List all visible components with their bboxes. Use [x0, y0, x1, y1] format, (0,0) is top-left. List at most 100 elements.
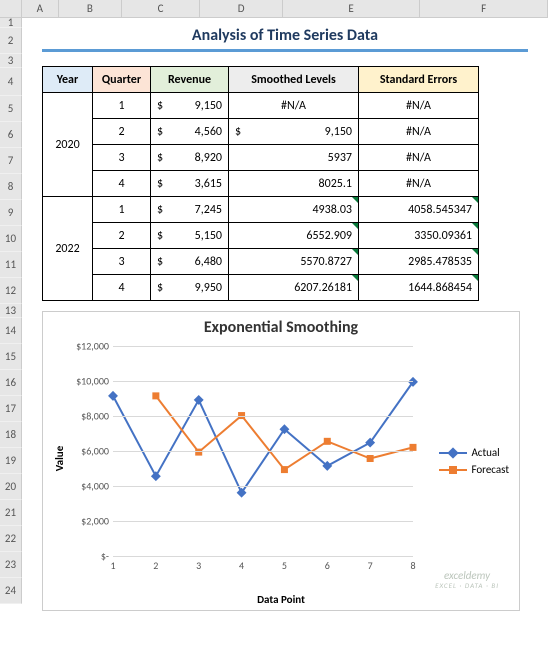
- col-header-E[interactable]: E: [283, 0, 420, 17]
- row-header-15[interactable]: 15: [0, 344, 22, 370]
- marker-forecast: [152, 392, 159, 399]
- row-header-16[interactable]: 16: [0, 370, 22, 396]
- header-quarter[interactable]: Quarter: [93, 67, 151, 93]
- table-row[interactable]: 2$5,1506552.9093350.09361: [43, 223, 479, 249]
- gridline: [113, 521, 413, 522]
- select-all-corner[interactable]: [0, 0, 22, 17]
- header-year[interactable]: Year: [43, 67, 93, 93]
- cell-smoothed[interactable]: 6552.909: [229, 223, 359, 249]
- cell-revenue[interactable]: $9,950: [151, 275, 229, 301]
- row-header-14[interactable]: 14: [0, 318, 22, 344]
- cell-quarter[interactable]: 4: [93, 171, 151, 197]
- cell-smoothed[interactable]: #N/A: [229, 93, 359, 119]
- legend-item-forecast[interactable]: Forecast: [439, 463, 509, 476]
- marker-forecast: [410, 444, 417, 451]
- gridline: [113, 556, 413, 557]
- data-table[interactable]: Year Quarter Revenue Smoothed Levels Sta…: [42, 66, 479, 301]
- cell-error[interactable]: 1644.868454: [359, 275, 479, 301]
- cell-quarter[interactable]: 2: [93, 119, 151, 145]
- table-row[interactable]: 4$3,6158025.1#N/A: [43, 171, 479, 197]
- cell-quarter[interactable]: 2: [93, 223, 151, 249]
- row-header-12[interactable]: 12: [0, 278, 22, 304]
- cell-quarter[interactable]: 3: [93, 249, 151, 275]
- y-tick-label: $12,000: [61, 340, 109, 353]
- y-tick-label: $4,000: [61, 480, 109, 493]
- table-row[interactable]: 20201$9,150#N/A#N/A: [43, 93, 479, 119]
- cell-quarter[interactable]: 3: [93, 145, 151, 171]
- row-header-20[interactable]: 20: [0, 474, 22, 500]
- row-header-11[interactable]: 11: [0, 252, 22, 278]
- row-header-8[interactable]: 8: [0, 174, 22, 200]
- cell-error[interactable]: 4058.545347: [359, 197, 479, 223]
- cell-revenue[interactable]: $6,480: [151, 249, 229, 275]
- row-header-10[interactable]: 10: [0, 226, 22, 252]
- marker-actual: [108, 391, 118, 401]
- cell-error[interactable]: 2985.478535: [359, 249, 479, 275]
- chart-container[interactable]: Exponential Smoothing Value Data Point $…: [42, 311, 520, 611]
- row-header-19[interactable]: 19: [0, 448, 22, 474]
- row-header-9[interactable]: 9: [0, 200, 22, 226]
- table-row[interactable]: 20221$7,2454938.034058.545347: [43, 197, 479, 223]
- y-tick-label: $-: [61, 550, 109, 563]
- row-header-18[interactable]: 18: [0, 422, 22, 448]
- y-tick-label: $8,000: [61, 410, 109, 423]
- cell-smoothed[interactable]: $9,150: [229, 119, 359, 145]
- cell-error[interactable]: 3350.09361: [359, 223, 479, 249]
- marker-forecast: [367, 455, 374, 462]
- col-header-F[interactable]: F: [420, 0, 548, 17]
- cell-quarter[interactable]: 4: [93, 275, 151, 301]
- table-row[interactable]: 3$8,9205937#N/A: [43, 145, 479, 171]
- col-header-A[interactable]: A: [22, 0, 59, 17]
- row-header-5[interactable]: 5: [0, 96, 22, 122]
- cell-revenue[interactable]: $3,615: [151, 171, 229, 197]
- col-header-D[interactable]: D: [200, 0, 283, 17]
- cell-revenue[interactable]: $4,560: [151, 119, 229, 145]
- col-header-B[interactable]: B: [59, 0, 122, 17]
- row-headers: 123456789101112131415161718192021222324: [0, 18, 22, 604]
- col-header-C[interactable]: C: [122, 0, 201, 17]
- cell-revenue[interactable]: $9,150: [151, 93, 229, 119]
- row-header-17[interactable]: 17: [0, 396, 22, 422]
- table-row[interactable]: 2$4,560$9,150#N/A: [43, 119, 479, 145]
- x-tick-label: 1: [103, 559, 123, 572]
- row-header-22[interactable]: 22: [0, 526, 22, 552]
- cell-revenue[interactable]: $7,245: [151, 197, 229, 223]
- cell-quarter[interactable]: 1: [93, 197, 151, 223]
- row-header-4[interactable]: 4: [0, 68, 22, 96]
- header-smoothed[interactable]: Smoothed Levels: [229, 67, 359, 93]
- cell-smoothed[interactable]: 6207.26181: [229, 275, 359, 301]
- legend-label: Forecast: [471, 463, 509, 476]
- cell-year[interactable]: 2020: [43, 93, 93, 197]
- row-header-6[interactable]: 6: [0, 122, 22, 148]
- table-row[interactable]: 3$6,4805570.87272985.478535: [43, 249, 479, 275]
- cell-smoothed[interactable]: 4938.03: [229, 197, 359, 223]
- chart-plot-area: $12,000$10,000$8,000$6,000$4,000$2,000$-…: [113, 346, 413, 556]
- row-header-13[interactable]: 13: [0, 304, 22, 318]
- cell-error[interactable]: #N/A: [359, 145, 479, 171]
- cell-error[interactable]: #N/A: [359, 119, 479, 145]
- table-row[interactable]: 4$9,9506207.261811644.868454: [43, 275, 479, 301]
- cell-error[interactable]: #N/A: [359, 171, 479, 197]
- header-revenue[interactable]: Revenue: [151, 67, 229, 93]
- row-header-3[interactable]: 3: [0, 54, 22, 68]
- cell-smoothed[interactable]: 5570.8727: [229, 249, 359, 275]
- cell-year[interactable]: 2022: [43, 197, 93, 301]
- cell-revenue[interactable]: $5,150: [151, 223, 229, 249]
- cell-quarter[interactable]: 1: [93, 93, 151, 119]
- row-header-1[interactable]: 1: [0, 18, 22, 28]
- cell-smoothed[interactable]: 8025.1: [229, 171, 359, 197]
- gridline: [113, 346, 413, 347]
- chart-title: Exponential Smoothing: [49, 318, 513, 337]
- row-header-2[interactable]: 2: [0, 28, 22, 54]
- row-header-21[interactable]: 21: [0, 500, 22, 526]
- cell-revenue[interactable]: $8,920: [151, 145, 229, 171]
- row-header-23[interactable]: 23: [0, 552, 22, 578]
- row-header-7[interactable]: 7: [0, 148, 22, 174]
- cell-smoothed[interactable]: 5937: [229, 145, 359, 171]
- legend-item-actual[interactable]: Actual: [439, 446, 509, 459]
- header-errors[interactable]: Standard Errors: [359, 67, 479, 93]
- square-marker-icon: [439, 469, 467, 471]
- row-header-24[interactable]: 24: [0, 578, 22, 604]
- cell-error[interactable]: #N/A: [359, 93, 479, 119]
- chart-legend: Actual Forecast: [439, 442, 509, 480]
